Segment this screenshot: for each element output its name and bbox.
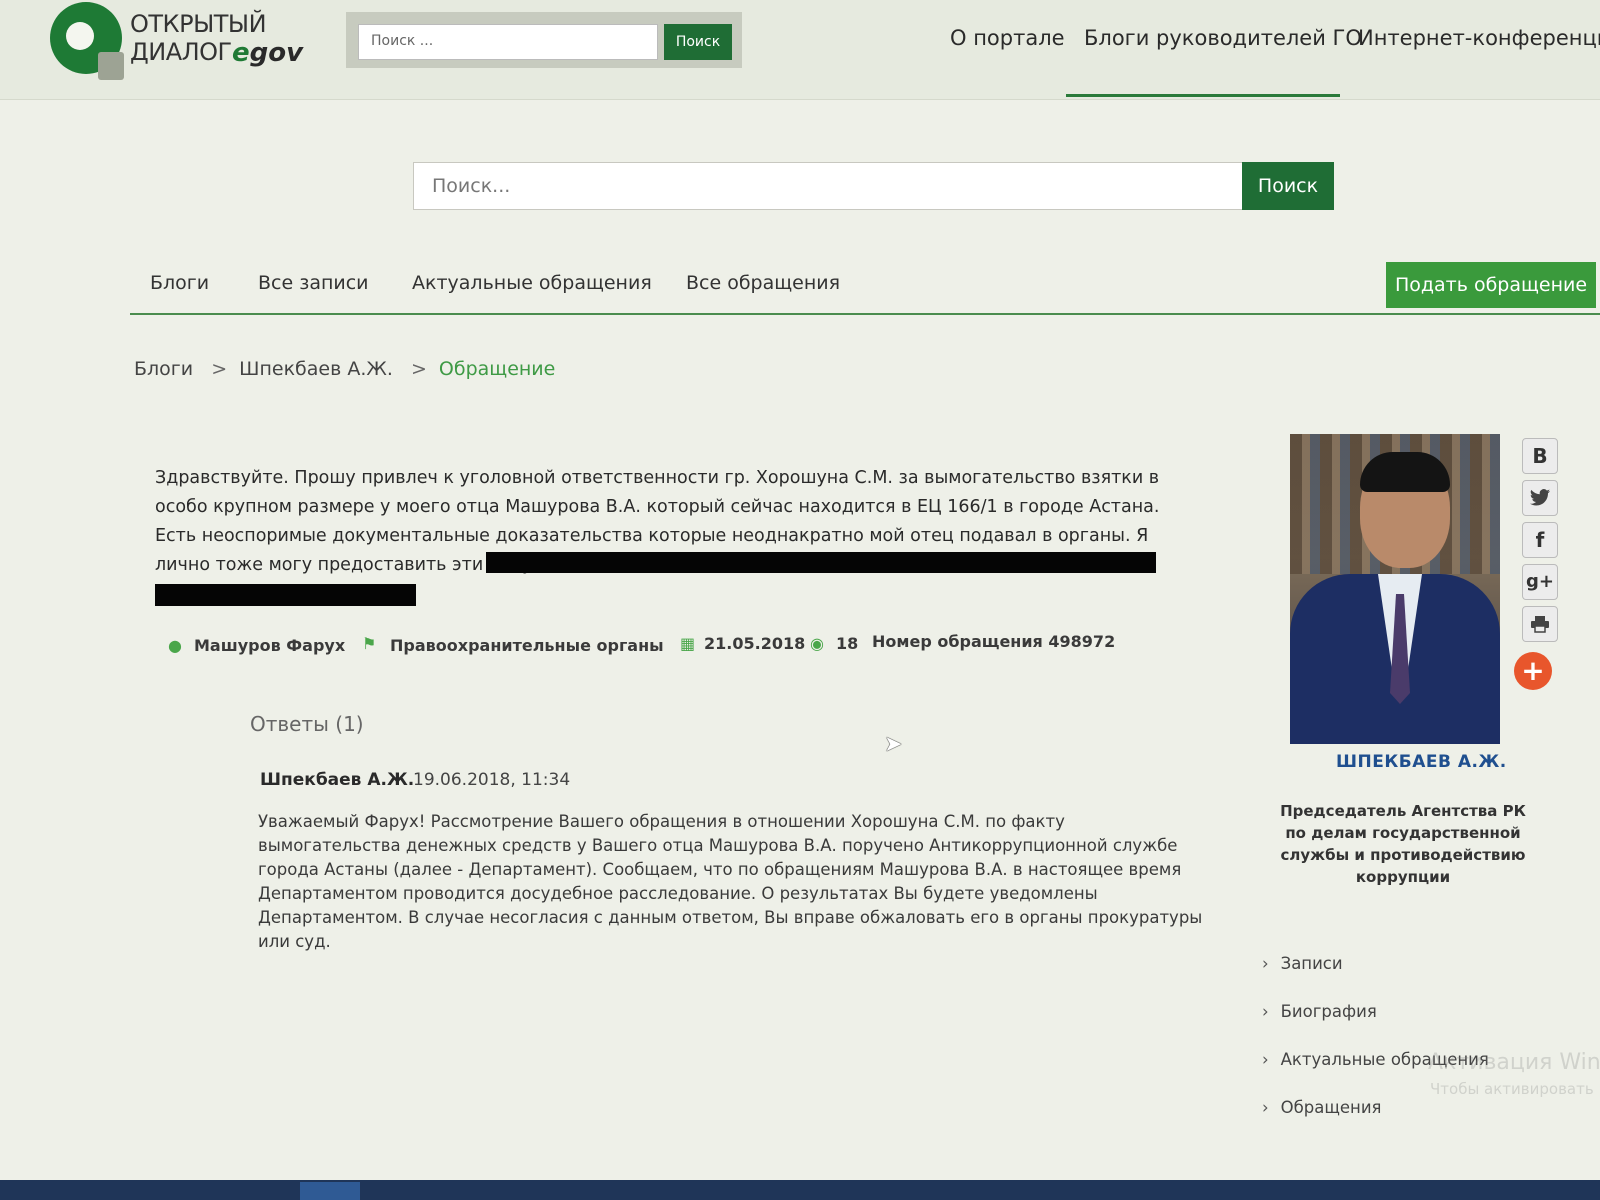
- breadcrumb-current: Обращение: [438, 358, 556, 380]
- appeal-views: 18: [836, 634, 859, 653]
- sidebar-link-biography[interactable]: › Биография: [1262, 1002, 1377, 1021]
- facebook-icon[interactable]: f: [1522, 522, 1558, 558]
- submit-appeal-button[interactable]: Подать обращение: [1386, 262, 1596, 308]
- nav-leader-blogs[interactable]: Блоги руководителей ГО: [1084, 26, 1362, 50]
- nav-internet-conferences[interactable]: Интернет-конференции: [1358, 26, 1600, 50]
- appeal-date: 21.05.2018: [704, 634, 806, 653]
- logo-text-line2: ДИАЛОГ: [130, 38, 232, 66]
- chevron-right-icon: ›: [1262, 1050, 1269, 1069]
- sidebar-link-appeals[interactable]: › Обращения: [1262, 1098, 1382, 1117]
- vk-icon[interactable]: В: [1522, 438, 1558, 474]
- tag-icon: ⚑: [362, 634, 377, 653]
- eye-icon: ◉: [810, 634, 824, 653]
- header-search-button[interactable]: Поиск: [664, 24, 732, 60]
- sidebar-link-posts[interactable]: › Записи: [1262, 954, 1343, 973]
- main-search-input[interactable]: Поиск...: [413, 162, 1243, 210]
- breadcrumb-blogs[interactable]: Блоги: [134, 358, 193, 380]
- leader-role: Председатель Агентства РК по делам госуд…: [1280, 802, 1526, 886]
- header-search: Поиск ... Поиск: [346, 12, 742, 68]
- subnav-divider: [130, 313, 1600, 315]
- appeal-number: Номер обращения 498972: [872, 632, 1116, 651]
- chevron-right-icon: ›: [1262, 1098, 1269, 1117]
- breadcrumb-separator: >: [211, 358, 228, 380]
- subnav-all-appeals[interactable]: Все обращения: [686, 272, 840, 294]
- appeal-author[interactable]: Машуров Фарух: [194, 636, 345, 655]
- nav-about-portal[interactable]: О портале: [950, 26, 1065, 50]
- leader-photo: [1290, 434, 1500, 744]
- breadcrumb-leader[interactable]: Шпекбаев А.Ж.: [239, 358, 393, 380]
- windows-activation-subtext: Чтобы активировать: [1430, 1080, 1594, 1098]
- taskbar: [0, 1180, 1600, 1200]
- user-icon: ●: [168, 636, 182, 655]
- nav-active-indicator: [1066, 94, 1340, 97]
- chevron-right-icon: ›: [1262, 954, 1269, 973]
- subnav-all-posts[interactable]: Все записи: [258, 272, 369, 294]
- redaction-bar: [155, 584, 416, 606]
- main-search-button[interactable]: Поиск: [1242, 162, 1334, 210]
- google-plus-icon[interactable]: g+: [1522, 564, 1558, 600]
- leader-name[interactable]: ШПЕКБАЕВ А.Ж.: [1336, 752, 1507, 772]
- subnav-blogs[interactable]: Блоги: [150, 272, 209, 294]
- taskbar-app-button[interactable]: [300, 1182, 360, 1200]
- subnav-actual-appeals[interactable]: Актуальные обращения: [412, 272, 652, 294]
- site-header: ОТКРЫТЫЙ ДИАЛОГ egov Поиск ... Поиск О п…: [0, 0, 1600, 100]
- add-share-icon[interactable]: +: [1514, 652, 1552, 690]
- windows-activation-watermark: Активация Wind: [1428, 1050, 1600, 1075]
- chevron-right-icon: ›: [1262, 1002, 1269, 1021]
- site-logo[interactable]: ОТКРЫТЫЙ ДИАЛОГ egov: [50, 2, 310, 82]
- answers-title: Ответы (1): [250, 712, 364, 736]
- answer-date: 19.06.2018, 11:34: [413, 770, 571, 790]
- answer-text: Уважаемый Фарух! Рассмотрение Вашего обр…: [258, 812, 1203, 951]
- logo-text-line1: ОТКРЫТЫЙ: [130, 10, 267, 38]
- calendar-icon: ▦: [680, 634, 696, 653]
- twitter-icon[interactable]: [1522, 480, 1558, 516]
- header-search-input[interactable]: Поиск ...: [358, 24, 658, 60]
- redaction-bar: [486, 552, 1156, 573]
- answer-author: Шпекбаев А.Ж.: [260, 770, 415, 790]
- appeal-category[interactable]: Правоохранительные органы: [390, 636, 664, 655]
- breadcrumb-separator: >: [410, 358, 427, 380]
- mouse-cursor-icon: ➤: [884, 732, 903, 757]
- document-icon: [98, 52, 124, 80]
- logo-egov: egov: [232, 38, 304, 68]
- print-icon[interactable]: [1522, 606, 1558, 642]
- breadcrumb: Блоги > Шпекбаев А.Ж. > Обращение: [134, 358, 555, 380]
